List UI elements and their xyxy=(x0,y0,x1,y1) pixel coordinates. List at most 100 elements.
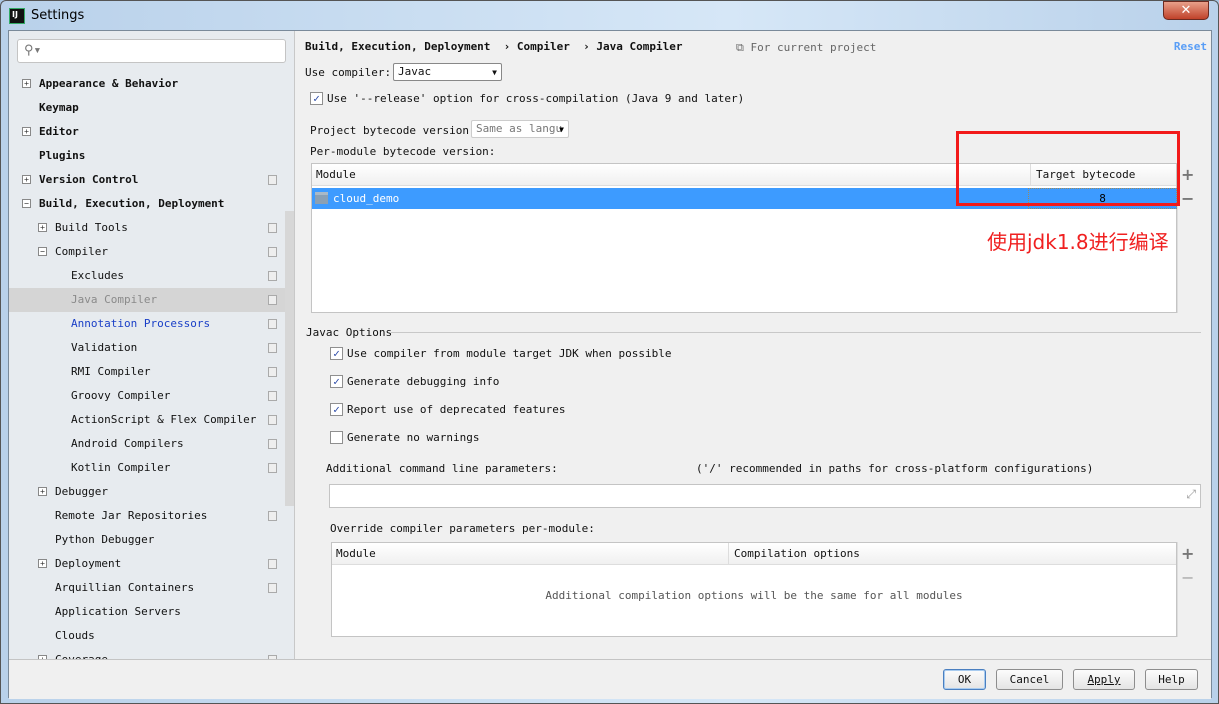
sidebar-item-actionscript-flex-compiler[interactable]: ActionScript & Flex Compiler xyxy=(9,408,285,432)
sidebar-item-coverage[interactable]: +Coverage xyxy=(9,648,285,659)
sidebar-item-label: Excludes xyxy=(71,269,124,282)
project-scope-icon xyxy=(268,247,277,257)
sidebar-item-remote-jar-repositories[interactable]: Remote Jar Repositories xyxy=(9,504,285,528)
project-scope-icon xyxy=(268,343,277,353)
additional-params-label: Additional command line parameters: xyxy=(326,462,558,475)
expand-icon[interactable]: + xyxy=(22,79,31,88)
sidebar-item-label: Compiler xyxy=(55,245,108,258)
sidebar-item-label: Keymap xyxy=(39,101,79,114)
breadcrumb: Build, Execution, Deployment › Compiler … xyxy=(305,40,683,53)
sidebar-item-arquillian-containers[interactable]: Arquillian Containers xyxy=(9,576,285,600)
sidebar-item-build-tools[interactable]: + Build Tools xyxy=(9,216,285,240)
sidebar-item-label: Clouds xyxy=(55,629,95,642)
sidebar-item-debugger[interactable]: + Debugger xyxy=(9,480,285,504)
javac-options-title: Javac Options xyxy=(306,326,393,339)
sidebar-item-label: Appearance & Behavior xyxy=(39,77,179,90)
search-input[interactable]: ⚲▾ xyxy=(17,39,286,63)
option-checkbox[interactable] xyxy=(330,431,343,444)
sidebar-item-plugins[interactable]: Plugins xyxy=(9,144,285,168)
sidebar-scrollbar[interactable] xyxy=(285,211,294,506)
add-icon[interactable]: + xyxy=(1181,544,1194,563)
expand-icon[interactable]: + xyxy=(22,127,31,136)
sidebar-item-label: Build, Execution, Deployment xyxy=(39,197,225,210)
override-table: Module Compilation options Additional co… xyxy=(331,542,1177,637)
project-scope-icon xyxy=(268,319,277,329)
help-button[interactable]: Help xyxy=(1145,669,1198,690)
sidebar-item-label: Kotlin Compiler xyxy=(71,461,171,474)
sidebar-item-validation[interactable]: Validation xyxy=(9,336,285,360)
table-header: Module Compilation options xyxy=(332,543,1176,565)
project-bytecode-value: Same as langu xyxy=(476,122,563,135)
for-current-project: ⧉ For current project xyxy=(736,41,876,55)
sidebar-item-groovy-compiler[interactable]: Groovy Compiler xyxy=(9,384,285,408)
project-scope-icon xyxy=(268,223,277,233)
sidebar-item-deployment[interactable]: + Deployment xyxy=(9,552,285,576)
add-icon[interactable]: + xyxy=(1181,165,1194,184)
sidebar-item-keymap[interactable]: Keymap xyxy=(9,96,285,120)
title-bar: IJ Settings ✕ xyxy=(1,1,1218,31)
release-option-checkbox[interactable]: ✓ xyxy=(310,92,323,105)
column-header-module[interactable]: Module xyxy=(316,168,356,181)
sidebar-item-android-compilers[interactable]: Android Compilers xyxy=(9,432,285,456)
project-scope-icon xyxy=(268,271,277,281)
option-checkbox[interactable]: ✓ xyxy=(330,347,343,360)
sidebar-item-appearance-behavior[interactable]: + Appearance & Behavior xyxy=(9,72,285,96)
sidebar-item-clouds[interactable]: Clouds xyxy=(9,624,285,648)
expand-icon[interactable]: + xyxy=(38,559,47,568)
sidebar-item-compiler[interactable]: − Compiler xyxy=(9,240,285,264)
apply-button[interactable]: Apply xyxy=(1073,669,1135,690)
sidebar-item-label: RMI Compiler xyxy=(71,365,151,378)
collapse-icon[interactable]: − xyxy=(38,247,47,256)
sidebar-item-label: Annotation Processors xyxy=(71,317,211,330)
project-bytecode-dropdown[interactable]: Same as langu ▼ xyxy=(471,120,569,138)
sidebar-item-label: Remote Jar Repositories xyxy=(55,509,208,522)
sidebar-item-python-debugger[interactable]: Python Debugger xyxy=(9,528,285,552)
sidebar-item-annotation-processors[interactable]: Annotation Processors xyxy=(9,312,285,336)
project-scope-icon xyxy=(268,295,277,305)
use-compiler-label: Use compiler: xyxy=(305,66,392,79)
close-button[interactable]: ✕ xyxy=(1163,1,1209,20)
column-header-module[interactable]: Module xyxy=(336,547,376,560)
project-scope-icon xyxy=(268,583,277,593)
java-compiler-panel: Build, Execution, Deployment › Compiler … xyxy=(296,31,1211,659)
column-header-compilation-options[interactable]: Compilation options xyxy=(728,543,860,565)
option-label: Use compiler from module target JDK when… xyxy=(347,347,672,360)
project-scope-icon xyxy=(268,175,277,185)
project-scope-icon xyxy=(268,559,277,569)
expand-icon[interactable]: ⤢ xyxy=(1186,487,1196,502)
expand-icon[interactable]: + xyxy=(38,223,47,232)
module-folder-icon xyxy=(315,192,328,204)
reset-link[interactable]: Reset xyxy=(1174,40,1207,53)
ok-button[interactable]: OK xyxy=(943,669,986,690)
annotation-note: 使用jdk1.8进行编译 xyxy=(987,230,1169,254)
project-scope-icon xyxy=(268,415,277,425)
sidebar-item-label: ActionScript & Flex Compiler xyxy=(71,413,257,426)
option-checkbox[interactable]: ✓ xyxy=(330,403,343,416)
sidebar-item-application-servers[interactable]: Application Servers xyxy=(9,600,285,624)
expand-icon[interactable]: + xyxy=(22,175,31,184)
sidebar-item-label: Application Servers xyxy=(55,605,181,618)
sidebar-item-java-compiler[interactable]: Java Compiler xyxy=(9,288,285,312)
collapse-icon[interactable]: − xyxy=(22,199,31,208)
project-bytecode-label: Project bytecode version: xyxy=(310,124,476,137)
sidebar-item-label: Plugins xyxy=(39,149,86,162)
cancel-button[interactable]: Cancel xyxy=(996,669,1063,690)
sidebar-item-editor[interactable]: + Editor xyxy=(9,120,285,144)
sidebar-item-excludes[interactable]: Excludes xyxy=(9,264,285,288)
sidebar-item-rmi-compiler[interactable]: RMI Compiler xyxy=(9,360,285,384)
expand-icon[interactable]: + xyxy=(38,487,47,496)
sidebar-item-label: Version Control xyxy=(39,173,139,186)
chevron-down-icon: ▼ xyxy=(492,68,497,77)
sidebar-item-version-control[interactable]: + Version Control xyxy=(9,168,285,192)
sidebar-item-build-execution-deployment[interactable]: − Build, Execution, Deployment xyxy=(9,192,285,216)
use-compiler-dropdown[interactable]: Javac ▼ xyxy=(393,63,502,81)
option-checkbox[interactable]: ✓ xyxy=(330,375,343,388)
option-label: Generate no warnings xyxy=(347,431,480,444)
additional-params-hint: ('/' recommended in paths for cross-plat… xyxy=(696,462,1094,475)
intellij-logo-icon: IJ xyxy=(9,8,25,24)
additional-params-input[interactable]: ⤢ xyxy=(329,484,1201,508)
remove-icon[interactable]: − xyxy=(1181,189,1194,208)
remove-icon[interactable]: − xyxy=(1181,568,1194,587)
sidebar-item-kotlin-compiler[interactable]: Kotlin Compiler xyxy=(9,456,285,480)
sidebar-item-label: Arquillian Containers xyxy=(55,581,195,594)
